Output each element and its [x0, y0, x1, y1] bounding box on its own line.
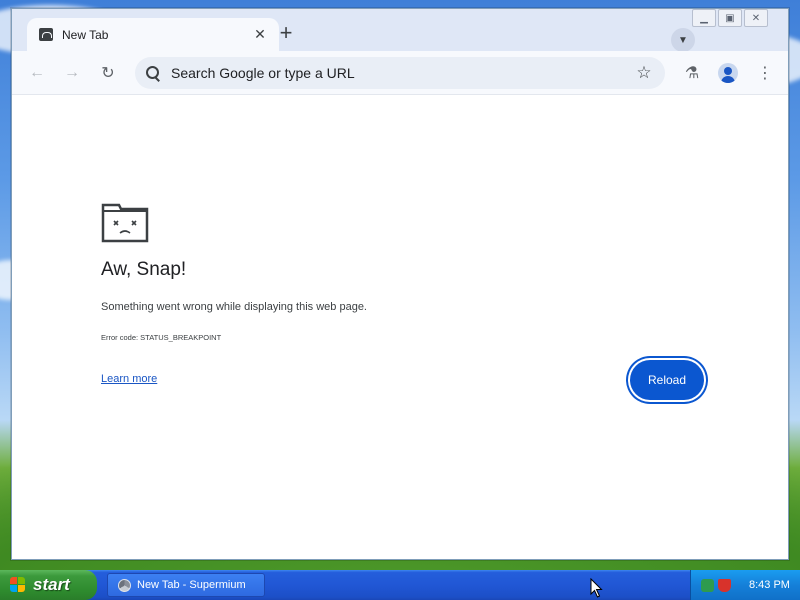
chevron-down-icon: ▼	[678, 34, 688, 46]
system-tray: 8:43 PM	[690, 570, 800, 600]
close-icon[interactable]: ✕	[249, 24, 271, 46]
supermium-icon	[118, 578, 131, 592]
tab-title: New Tab	[62, 27, 109, 42]
kebab-menu-icon: ⋮	[757, 65, 773, 82]
error-code: Error code: STATUS_BREAKPOINT	[101, 333, 222, 342]
learn-more-link[interactable]: Learn more	[101, 373, 157, 385]
arrow-right-icon: →	[64, 64, 80, 81]
menu-button[interactable]: ⋮	[753, 61, 777, 85]
omnibox[interactable]: ☆	[135, 57, 665, 89]
flask-icon: ⚗	[684, 65, 700, 82]
search-icon	[145, 65, 161, 81]
reload-button[interactable]: Reload	[630, 360, 704, 400]
windows-logo-icon	[10, 577, 26, 593]
security-shield-icon[interactable]	[718, 578, 731, 592]
reload-icon: ↻	[101, 65, 115, 82]
tab-strip: New Tab ✕ + ▼ ▁ ▣ ✕	[12, 9, 788, 52]
back-button[interactable]: ←	[25, 61, 49, 85]
window-controls: ▁ ▣ ✕	[692, 9, 786, 29]
error-title: Aw, Snap!	[101, 259, 187, 280]
star-icon[interactable]: ☆	[631, 60, 657, 86]
sad-tab-icon	[39, 28, 53, 41]
sad-folder-icon	[101, 203, 149, 243]
start-button[interactable]: start	[0, 570, 97, 600]
reload-toolbar-button[interactable]: ↻	[96, 61, 120, 85]
avatar-icon[interactable]	[718, 63, 738, 83]
forward-button[interactable]: →	[60, 61, 84, 85]
tab-new-tab[interactable]: New Tab ✕	[27, 18, 279, 51]
tab-search-button[interactable]: ▼	[671, 28, 695, 52]
close-icon: ✕	[751, 12, 761, 24]
taskbar-item-label: New Tab - Supermium	[137, 579, 246, 591]
page-content: Aw, Snap! Something went wrong while dis…	[12, 96, 788, 559]
taskbar: start New Tab - Supermium 8:43 PM	[0, 570, 800, 600]
mouse-cursor-icon	[590, 578, 603, 598]
arrow-left-icon: ←	[29, 64, 45, 81]
error-message: Something went wrong while displaying th…	[101, 301, 367, 313]
close-window-button[interactable]: ✕	[744, 9, 768, 27]
maximize-icon: ▣	[725, 12, 735, 24]
new-tab-button[interactable]: +	[274, 21, 298, 45]
maximize-button[interactable]: ▣	[718, 9, 742, 27]
minimize-icon: ▁	[700, 12, 708, 24]
browser-window: New Tab ✕ + ▼ ▁ ▣ ✕ ← → ↻ Search Google …	[11, 8, 789, 560]
network-icon[interactable]	[701, 578, 714, 592]
taskbar-item-supermium[interactable]: New Tab - Supermium	[107, 573, 265, 597]
omnibox-input[interactable]	[171, 65, 631, 81]
labs-button[interactable]: ⚗	[680, 61, 704, 85]
clock: 8:43 PM	[749, 579, 790, 591]
toolbar: ← → ↻ ☆ ⚗ ⋮	[12, 51, 788, 95]
minimize-button[interactable]: ▁	[692, 9, 716, 27]
plus-icon: +	[279, 20, 293, 45]
start-label: start	[33, 575, 70, 594]
